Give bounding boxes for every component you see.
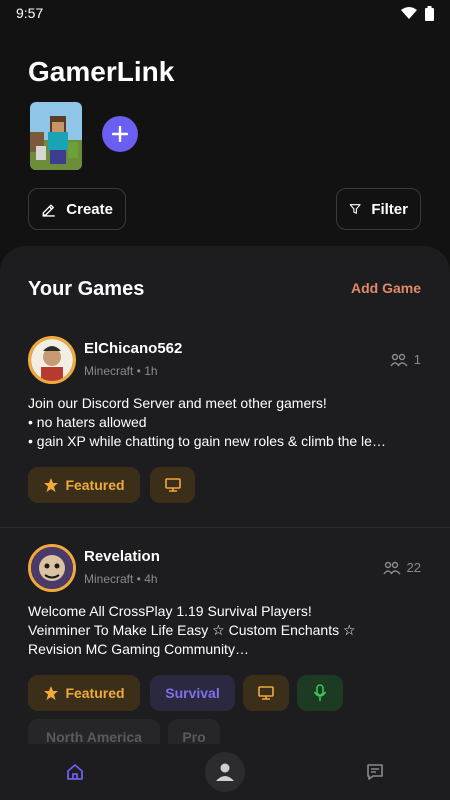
post-meta: Minecraft • 4h [84, 572, 158, 586]
games-panel: Your Games Add Game ElChicano562 Minecra… [0, 246, 450, 800]
battery-icon [425, 5, 434, 21]
post-line: Veinminer To Make Life Easy ☆ Custom Enc… [28, 622, 356, 638]
nav-home[interactable] [55, 752, 95, 792]
star-icon [44, 686, 59, 700]
post-divider [0, 527, 450, 528]
featured-tag[interactable]: Featured [28, 467, 140, 503]
add-game-link[interactable]: Add Game [351, 280, 421, 296]
region-label: North America [46, 729, 142, 745]
post-body: Join our Discord Server and meet other g… [28, 394, 426, 451]
member-count: 1 [390, 352, 421, 367]
post-line: Welcome All CrossPlay 1.19 Survival Play… [28, 603, 312, 619]
section-title: Your Games [28, 278, 145, 300]
nav-messages[interactable] [355, 752, 395, 792]
status-icons [401, 5, 434, 21]
wifi-icon [401, 7, 417, 19]
plus-icon [112, 126, 128, 142]
avatar[interactable] [28, 336, 76, 384]
member-count-value: 1 [413, 352, 421, 367]
filter-button[interactable]: Filter [336, 188, 421, 230]
post-line: • no haters allowed [28, 414, 147, 430]
survival-label: Survival [165, 685, 220, 701]
status-bar: 9:57 [0, 0, 450, 26]
voice-chat-tag[interactable] [297, 675, 343, 711]
filter-icon [349, 204, 361, 214]
member-count: 22 [382, 560, 421, 575]
avatar[interactable] [28, 544, 76, 592]
featured-tag[interactable]: Featured [28, 675, 140, 711]
people-icon [382, 561, 401, 574]
create-label: Create [66, 200, 113, 218]
filter-label: Filter [371, 200, 408, 218]
bottom-navigation [0, 744, 450, 800]
featured-label: Featured [65, 477, 125, 493]
post-line: Join our Discord Server and meet other g… [28, 395, 327, 411]
monitor-icon [258, 686, 274, 700]
monitor-icon [164, 478, 181, 492]
skill-level-label: Pro [182, 729, 206, 745]
survival-tag[interactable]: Survival [150, 675, 235, 711]
chat-icon [367, 764, 383, 780]
people-icon [390, 353, 408, 366]
member-count-value: 22 [406, 560, 421, 575]
nav-profile[interactable] [205, 752, 245, 792]
game-thumbnail[interactable] [30, 102, 82, 170]
mic-icon [313, 684, 327, 701]
post-author[interactable]: ElChicano562 [84, 340, 182, 357]
post-line: Revision MC Gaming Community… [28, 641, 249, 657]
post-body: Welcome All CrossPlay 1.19 Survival Play… [28, 602, 426, 659]
platform-tag[interactable] [243, 675, 289, 711]
post-meta: Minecraft • 1h [84, 364, 158, 378]
add-game-circle-button[interactable] [102, 116, 138, 152]
person-icon [216, 763, 234, 781]
pencil-icon [42, 204, 55, 217]
post-line: • gain XP while chatting to gain new rol… [28, 433, 386, 449]
featured-label: Featured [65, 685, 125, 701]
app-title: GamerLink [28, 56, 175, 87]
star-icon [44, 478, 59, 492]
create-button[interactable]: Create [28, 188, 126, 230]
home-icon [67, 764, 83, 780]
platform-tag[interactable] [150, 467, 195, 503]
status-time: 9:57 [16, 5, 44, 21]
post-author[interactable]: Revelation [84, 548, 160, 565]
